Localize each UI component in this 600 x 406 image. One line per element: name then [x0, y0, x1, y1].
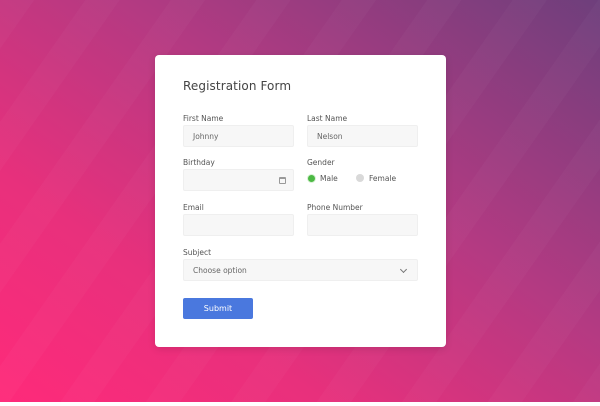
phone-label: Phone Number: [307, 203, 363, 212]
submit-button[interactable]: Submit: [183, 298, 253, 319]
email-label: Email: [183, 203, 204, 212]
gender-label: Gender: [307, 158, 335, 167]
calendar-icon[interactable]: [279, 177, 286, 184]
radio-female-icon[interactable]: [356, 174, 364, 182]
form-title: Registration Form: [183, 79, 292, 93]
radio-male-label[interactable]: Male: [320, 174, 338, 183]
first-name-value: Johnny: [193, 132, 219, 141]
subject-label: Subject: [183, 248, 212, 257]
subject-selected-value: Choose option: [193, 266, 247, 275]
birthday-label: Birthday: [183, 158, 215, 167]
email-field[interactable]: [183, 214, 294, 236]
registration-card: Registration Form First Name Johnny Last…: [155, 55, 446, 347]
subject-select[interactable]: Choose option: [183, 259, 418, 281]
last-name-label: Last Name: [307, 114, 348, 123]
birthday-field[interactable]: [183, 169, 294, 191]
first-name-field[interactable]: Johnny: [183, 125, 294, 147]
phone-field[interactable]: [307, 214, 418, 236]
chevron-down-icon[interactable]: [399, 265, 408, 274]
last-name-field[interactable]: Nelson: [307, 125, 418, 147]
radio-female-label[interactable]: Female: [369, 174, 396, 183]
last-name-value: Nelson: [317, 132, 343, 141]
radio-male-icon[interactable]: [307, 174, 316, 183]
first-name-label: First Name: [183, 114, 224, 123]
